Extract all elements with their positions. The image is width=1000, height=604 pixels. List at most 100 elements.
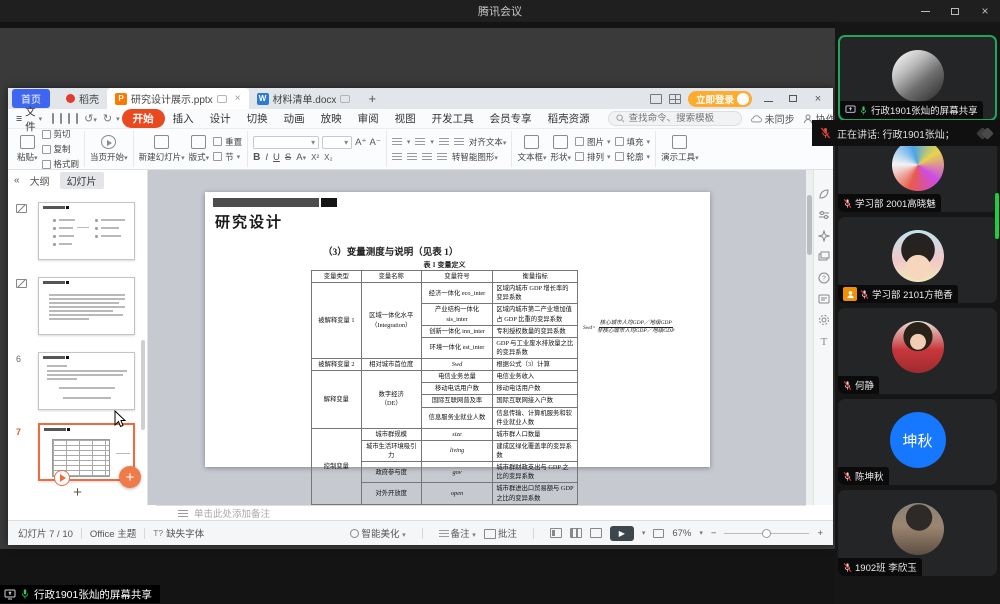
slide-subtitle[interactable]: （3）变量测度与说明（见表 1） (323, 244, 458, 258)
align-right-icon[interactable] (422, 153, 432, 161)
play-options-icon[interactable]: ▾ (642, 529, 646, 537)
wps-minimize-icon[interactable] (759, 93, 777, 105)
command-search[interactable] (608, 111, 742, 126)
participant-tile-5[interactable]: 1902班 李欣玉 (838, 490, 997, 576)
reset-button[interactable]: 重置 (213, 136, 242, 148)
missing-font-button[interactable]: 缺失字体 (166, 526, 204, 540)
preview-icon[interactable] (76, 113, 78, 124)
participant-tile-4[interactable]: 坤秋陈坤秋 (838, 399, 997, 485)
slide-thumbnail-7-selected[interactable]: + (38, 423, 135, 481)
menu-tab-7[interactable]: 视图 (387, 109, 424, 128)
text-tool-icon[interactable]: T (818, 335, 830, 347)
doc-tab-pptx[interactable]: P 研究设计展示.pptx × (107, 88, 249, 109)
new-document-tab-button[interactable]: + (368, 91, 376, 106)
arrange-button[interactable]: 排列▾ (575, 151, 611, 163)
fit-window-icon[interactable] (653, 529, 664, 538)
shapes-button[interactable]: 形状▾ (550, 135, 571, 163)
align-center-icon[interactable] (407, 153, 417, 161)
tab-outline[interactable]: 大纲 (30, 173, 50, 188)
properties-icon[interactable] (818, 209, 830, 221)
sidebar-scrollbar[interactable] (995, 193, 999, 239)
slide-thumbnail-5[interactable] (38, 277, 135, 335)
login-button[interactable]: 立即登录 (688, 91, 752, 107)
tab-slides[interactable]: 幻灯片 (60, 172, 104, 189)
wps-close-icon[interactable]: × (809, 93, 827, 105)
smart-beautify-button[interactable]: 智能美化 ▾ (350, 526, 405, 540)
bold-button[interactable]: B (253, 152, 260, 163)
participant-tile-3[interactable]: 何静 (838, 308, 997, 394)
export-icon[interactable] (60, 113, 62, 124)
variable-definition-table[interactable]: 变量类型变量名称变量符号衡量指标被解释变量 1区域一体化水平 （Integrat… (311, 270, 578, 505)
copy-button[interactable]: 复制 (42, 143, 80, 155)
outline-button[interactable]: 轮廓▾ (615, 151, 651, 163)
notes-bar[interactable]: 单击此处添加备注 (156, 505, 806, 520)
indent-decrease-icon[interactable] (439, 138, 449, 146)
paste-button[interactable]: 粘贴▾ (17, 135, 38, 163)
menu-tab-6[interactable]: 审阅 (350, 109, 387, 128)
italic-button[interactable]: I (265, 152, 268, 163)
superscript-button[interactable]: X² (311, 153, 319, 162)
normal-view-icon[interactable] (550, 528, 562, 538)
close-icon[interactable]: × (970, 0, 1000, 22)
decrease-font-icon[interactable]: A⁻ (370, 136, 381, 149)
to-smart-graphic-button[interactable]: 转智能图形▾ (452, 151, 498, 163)
notes-button[interactable]: 备注 ▾ (439, 526, 476, 540)
increase-font-icon[interactable]: A⁺ (355, 136, 366, 149)
align-text-button[interactable]: 对齐文本▾ (469, 136, 507, 148)
slide-sorter-view-icon[interactable] (570, 528, 582, 538)
slide-page[interactable]: 研究设计 （3）变量测度与说明（见表 1） 表 1 变量定义 变量类型变量名称变… (205, 192, 710, 467)
app-grid-icon[interactable] (669, 94, 681, 104)
presentation-tools-button[interactable]: 演示工具▾ (661, 135, 699, 163)
zoom-level[interactable]: 67% (672, 528, 691, 539)
zoom-in-icon[interactable]: + (817, 528, 823, 539)
menu-tab-9[interactable]: 会员专享 (482, 109, 540, 128)
search-input[interactable] (629, 113, 734, 124)
file-menu[interactable]: ≡ 文件 ▾ (16, 104, 42, 134)
redo-icon[interactable]: ↻ (103, 112, 112, 125)
slide-title[interactable]: 研究设计 (215, 211, 283, 232)
theme-indicator[interactable]: Office 主题 (90, 526, 136, 540)
smart-beautify-icon[interactable] (818, 230, 830, 242)
minimize-icon[interactable] (910, 0, 940, 22)
slideshow-play-button[interactable]: ▶ (610, 526, 634, 541)
align-left-icon[interactable] (392, 153, 402, 161)
underline-button[interactable]: U (273, 152, 280, 163)
picture-button[interactable]: 图片▾ (575, 136, 611, 148)
textbox-button[interactable]: 文本框▾ (517, 135, 546, 163)
participant-tile-2[interactable]: 学习部 2101方艳香 (838, 217, 997, 303)
font-color-button[interactable]: A▾ (296, 152, 306, 163)
play-from-current-button[interactable]: 当页开始▾ (90, 135, 128, 163)
reading-view-icon[interactable] (590, 528, 602, 538)
menu-tab-4[interactable]: 动画 (276, 109, 313, 128)
layout-button[interactable]: 版式▾ (189, 135, 210, 163)
slideshow-panel-icon[interactable] (818, 251, 830, 263)
indent-increase-icon[interactable] (454, 138, 464, 146)
doc-tab-docx[interactable]: W 材料清单.docx (249, 88, 359, 109)
zoom-out-icon[interactable]: − (711, 528, 717, 539)
wps-restore-icon[interactable] (784, 93, 802, 105)
canvas-scrollbar[interactable] (806, 170, 813, 505)
workspace-mode-icon[interactable] (650, 94, 662, 104)
participant-tile-0[interactable]: 行政1901张灿的屏幕共享 (838, 35, 997, 121)
panel-scrollbar[interactable] (141, 340, 145, 430)
menu-tab-3[interactable]: 切换 (239, 109, 276, 128)
maximize-icon[interactable] (940, 0, 970, 22)
number-list-icon[interactable] (415, 138, 425, 146)
font-name-select[interactable]: ▾ (253, 136, 319, 149)
save-icon[interactable] (52, 113, 54, 124)
toolbar-collapse-icon[interactable]: ▾ (116, 115, 120, 123)
help-icon[interactable]: ? (818, 272, 830, 284)
zoom-slider-knob[interactable] (762, 529, 771, 538)
zoom-slider[interactable] (724, 533, 809, 534)
slide-thumbnail-6[interactable] (38, 352, 135, 410)
menu-tab-1[interactable]: 插入 (165, 109, 202, 128)
strikethrough-button[interactable]: S (285, 152, 291, 163)
font-size-select[interactable]: ▾ (322, 136, 352, 149)
add-slide-button[interactable]: + (8, 484, 147, 501)
slide-thumbnail-4[interactable] (38, 202, 135, 260)
subscript-button[interactable]: X₂ (324, 153, 332, 162)
notes-tool-icon[interactable] (818, 293, 830, 305)
fill-button[interactable]: 填充▾ (615, 136, 651, 148)
comments-button[interactable]: 批注 (484, 526, 517, 540)
menu-tab-5[interactable]: 放映 (313, 109, 350, 128)
